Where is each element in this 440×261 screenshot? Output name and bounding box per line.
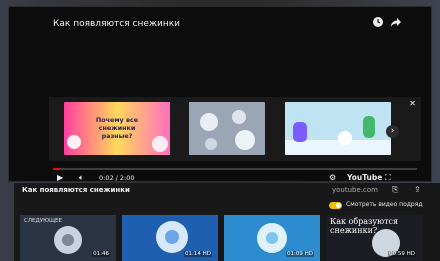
related-video-3[interactable]: 01:09 HD <box>224 215 320 261</box>
endscreen-video-1[interactable]: Почему все снежинки разные? <box>64 102 170 155</box>
watch-later-icon[interactable] <box>371 16 385 30</box>
progress-fill <box>53 168 61 170</box>
bookmark-icon[interactable]: ⎘ <box>392 185 398 195</box>
autoplay-toggle[interactable] <box>329 202 342 209</box>
end-screen: Почему все снежинки разные? › ✕ <box>49 97 421 161</box>
share-icon[interactable]: ⇪ <box>414 185 421 194</box>
related-videos: СЛЕДУЮЩЕЕ 01:46 01:14 HD 01:09 HD Как об… <box>14 213 440 261</box>
video-duration: 01:14 HD <box>184 251 212 257</box>
endscreen-card-title: Почему все снежинки разные? <box>95 116 139 140</box>
video-duration: 01:09 HD <box>286 251 314 257</box>
autoplay-label: Смотреть видео подряд <box>346 201 423 208</box>
related-video-1[interactable]: СЛЕДУЮЩЕЕ 01:46 <box>20 215 116 261</box>
endscreen-video-3[interactable] <box>285 102 391 155</box>
video-duration: 01:46 <box>92 251 110 257</box>
video-player[interactable]: Как появляются снежинки Почему все снежи… <box>8 6 432 182</box>
info-bar: Как появляются снежинки youtube.com ⎘ ⇪ <box>14 183 440 199</box>
video-duration: 00:59 HD <box>388 251 416 257</box>
browser-frame: Как появляются снежинки Почему все снежи… <box>0 0 440 261</box>
close-endscreen-icon[interactable]: ✕ <box>409 99 416 108</box>
related-video-title: Как образуются снежинки? <box>330 217 399 235</box>
progress-bar[interactable] <box>53 168 417 170</box>
source-host[interactable]: youtube.com <box>332 186 378 194</box>
related-video-2[interactable]: 01:14 HD <box>122 215 218 261</box>
next-label: СЛЕДУЮЩЕЕ <box>24 218 63 224</box>
related-video-4[interactable]: Как образуются снежинки? 00:59 HD <box>326 215 422 261</box>
autoplay-row: Смотреть видео подряд <box>14 199 440 213</box>
share-icon[interactable] <box>389 16 403 30</box>
info-title[interactable]: Как появляются снежинки <box>22 186 130 194</box>
endscreen-next-button[interactable]: › <box>386 125 399 138</box>
endscreen-video-2[interactable] <box>189 102 265 155</box>
video-title[interactable]: Как появляются снежинки <box>53 19 180 29</box>
